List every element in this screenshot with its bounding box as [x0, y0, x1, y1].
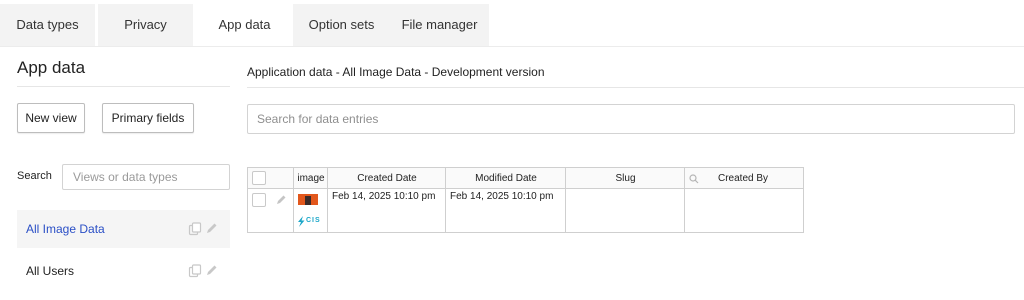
pencil-icon[interactable]: [205, 222, 218, 235]
column-header-modified-date[interactable]: Modified Date: [446, 168, 566, 189]
new-view-button[interactable]: New view: [17, 103, 85, 133]
sidebar-item-actions: [188, 222, 218, 236]
cis-logo-text: CIS: [306, 217, 321, 224]
row-checkbox[interactable]: [252, 193, 266, 207]
select-all-checkbox[interactable]: [252, 171, 266, 185]
data-table: image Created Date Modified Date Slug Cr…: [247, 167, 804, 233]
data-entries-search-input[interactable]: [247, 104, 1015, 134]
sidebar-item-label: All Image Data: [26, 222, 105, 236]
sidebar-title: App data: [17, 58, 86, 77]
sidebar-item-all-image-data[interactable]: All Image Data: [17, 210, 230, 248]
sidebar-item-all-users[interactable]: All Users: [17, 252, 230, 290]
search-icon[interactable]: [689, 174, 699, 184]
main-divider: [247, 87, 1024, 88]
created-date-cell: Feb 14, 2025 10:10 pm: [332, 191, 436, 202]
copy-icon[interactable]: [188, 222, 202, 236]
sidebar-search-input[interactable]: [62, 164, 230, 190]
thumbnail-figure: [305, 196, 311, 205]
page-title: Application data - All Image Data - Deve…: [247, 65, 545, 79]
tab-data-types[interactable]: Data types: [0, 4, 95, 46]
column-header-created-date[interactable]: Created Date: [328, 168, 446, 189]
column-header-image[interactable]: image: [294, 168, 328, 189]
image-thumbnail[interactable]: [298, 194, 318, 205]
tab-divider: [0, 46, 1024, 47]
column-header-created-by[interactable]: Created By: [703, 168, 783, 189]
tab-bar: Data types Privacy App data Option sets …: [0, 0, 1024, 46]
edit-row-pencil-icon[interactable]: [275, 194, 287, 206]
sidebar-divider: [17, 86, 230, 87]
primary-fields-button[interactable]: Primary fields: [102, 103, 194, 133]
modified-date-cell: Feb 14, 2025 10:10 pm: [450, 191, 554, 202]
sidebar-item-actions: [188, 264, 218, 278]
cis-logo-icon: [298, 216, 305, 227]
tab-app-data[interactable]: App data: [196, 4, 293, 46]
sidebar-item-label: All Users: [26, 264, 75, 278]
column-header-slug[interactable]: Slug: [566, 168, 685, 189]
pencil-icon[interactable]: [205, 264, 218, 277]
sidebar-search-label: Search: [17, 170, 52, 182]
tab-file-manager[interactable]: File manager: [390, 4, 489, 46]
tab-privacy[interactable]: Privacy: [98, 4, 193, 46]
tab-option-sets[interactable]: Option sets: [293, 4, 390, 46]
copy-icon[interactable]: [188, 264, 202, 278]
